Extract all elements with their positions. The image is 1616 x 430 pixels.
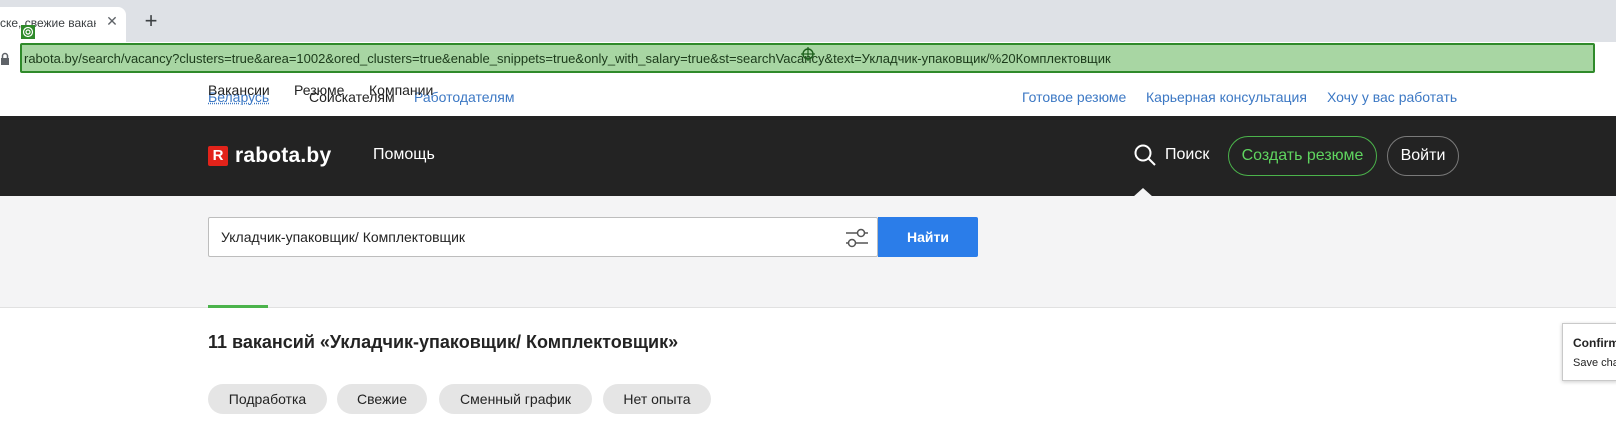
career-consulting-link[interactable]: Карьерная консультация [1146,89,1307,105]
ready-resume-link[interactable]: Готовое резюме [1022,89,1126,105]
filter-settings-icon[interactable] [845,227,869,249]
confirm-title: Confirm [1573,336,1616,350]
search-nav-label: Поиск [1165,146,1209,164]
chip-no-experience[interactable]: Нет опыта [603,384,711,414]
chip-fresh[interactable]: Свежие [337,384,427,414]
logo-mark-icon: R [208,146,228,166]
login-button[interactable]: Войти [1387,136,1459,176]
close-tab-icon[interactable]: ✕ [104,13,120,29]
target-marker-icon [21,25,35,39]
browser-tab[interactable]: ске, свежие ваканс ✕ [0,7,126,42]
browser-tab-title: ске, свежие ваканс [0,16,96,30]
create-resume-button[interactable]: Создать резюме [1228,136,1377,176]
active-tab-indicator [208,305,268,308]
tab-vacancies[interactable]: Вакансии [208,82,270,98]
site-header: R rabota.by Помощь Поиск Создать резюме … [0,116,1616,196]
tab-resumes[interactable]: Резюме [294,82,344,98]
search-icon [1133,143,1157,167]
results-title: 11 вакансий «Укладчик-упаковщик/ Комплек… [208,332,678,353]
new-tab-icon[interactable]: + [141,12,161,32]
tab-companies[interactable]: Компании [369,82,433,98]
crosshair-cursor-icon [801,47,815,61]
find-button[interactable]: Найти [878,217,978,257]
url-text: rabota.by/search/vacancy?clusters=true&a… [24,51,1111,66]
chip-shift-schedule[interactable]: Сменный график [439,384,592,414]
chip-part-time[interactable]: Подработка [208,384,327,414]
lock-icon[interactable] [0,52,10,66]
search-input[interactable]: Укладчик-упаковщик/ Комплектовщик [208,217,878,257]
confirm-subtitle: Save cha [1573,357,1616,369]
search-nav-button[interactable]: Поиск [1133,143,1209,167]
logo-text: rabota.by [235,144,331,168]
confirm-popup[interactable]: Confirm Save cha [1562,323,1616,381]
search-area: Укладчик-упаковщик/ Комплектовщик Найти [0,196,1616,308]
help-link[interactable]: Помощь [373,146,435,164]
browser-tabstrip: ске, свежие ваканс ✕ + [0,0,1616,42]
work-with-us-link[interactable]: Хочу у вас работать [1327,89,1457,105]
site-logo[interactable]: R rabota.by [208,144,331,168]
